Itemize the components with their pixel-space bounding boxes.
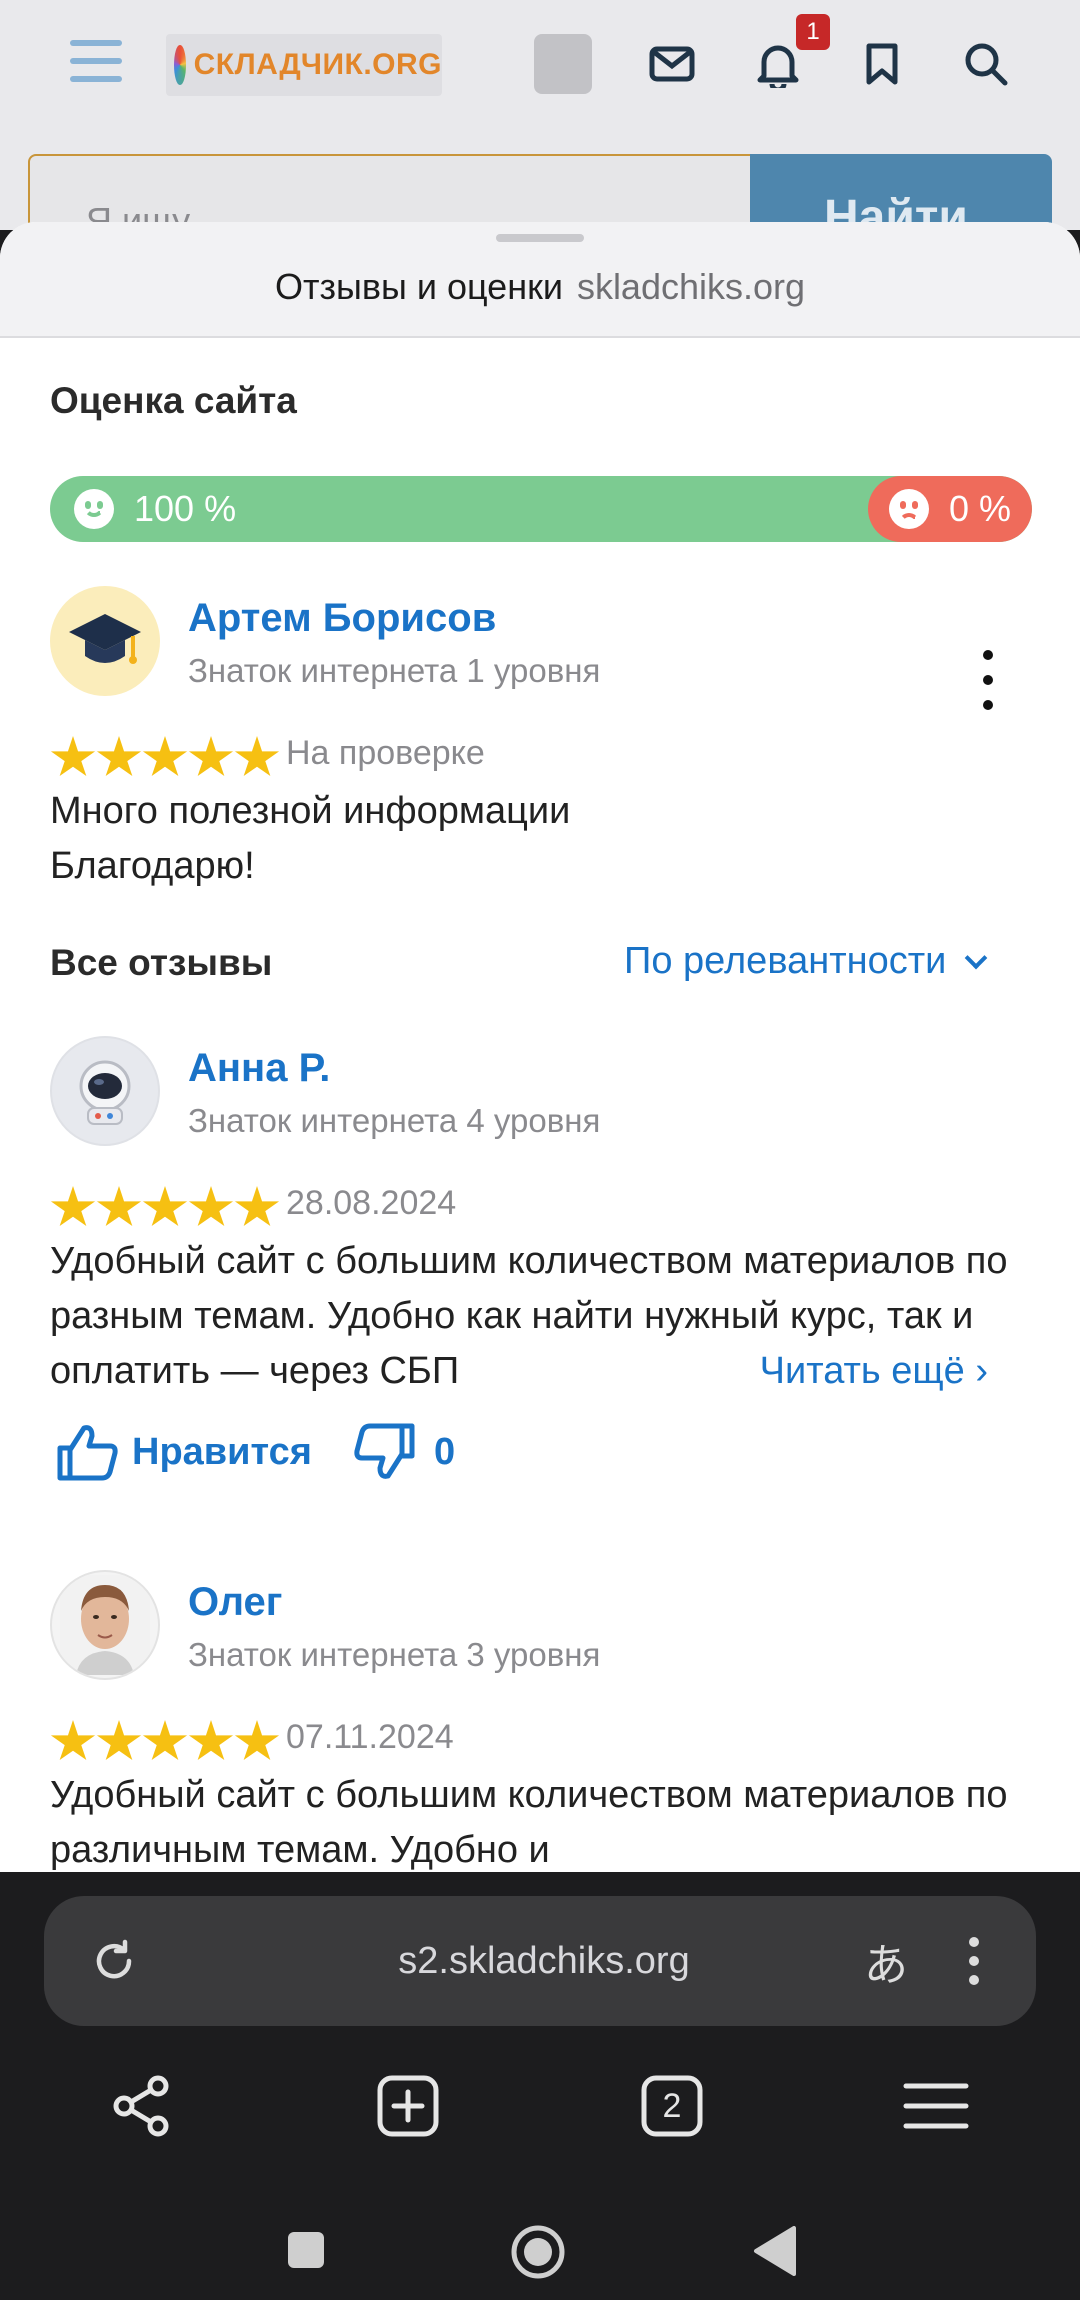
mail-icon[interactable] [638,30,706,98]
rating-negative: 0 % [868,476,1032,542]
dislike-count[interactable]: 0 [434,1431,455,1474]
rating-bar: 100 % 0 % [50,476,1032,542]
reviewer-level: Знаток интернета 1 уровня [188,652,601,689]
translate-icon[interactable]: あ [856,1931,916,1991]
positive-percent: 100 % [134,488,237,529]
tabs-count: 2 [662,2086,682,2125]
rating-stars [50,736,280,780]
page-menu-icon[interactable] [944,1931,1004,1991]
sheet-header: Отзывы и оценки skladchiks.org [0,222,1080,338]
star-icon [142,1186,188,1227]
star-icon [50,1186,96,1227]
sheet-title: Отзывы и оценки skladchiks.org [0,266,1080,308]
sort-label: По релевантности [624,940,947,982]
review-more-icon[interactable] [968,650,1008,710]
review-text: Удобный сайт с большим количеством матер… [50,1234,1040,1399]
home-icon[interactable] [510,2224,566,2285]
bookmark-icon[interactable] [848,30,916,98]
review-text: Удобный сайт с большим количеством матер… [50,1774,1008,1871]
star-icon [50,1720,96,1761]
site-search-button[interactable]: Найти [750,154,1052,230]
reviewer-name[interactable]: Артем Борисов [188,596,496,641]
star-icon [96,736,142,777]
sort-dropdown[interactable]: По релевантности [624,940,988,983]
chevron-down-icon [965,946,988,969]
reviewer-name[interactable]: Анна Р. [188,1046,330,1091]
review-text: Много полезной информации Благодарю! [50,784,1040,894]
search-icon[interactable] [952,30,1020,98]
sad-face-icon [888,489,929,529]
thumbs-down-icon[interactable] [354,1422,416,1482]
star-icon [188,1186,234,1227]
logo-text: СКЛАДЧИК.ORG [193,48,442,81]
reviewer-level: Знаток интернета 4 уровня [188,1102,601,1139]
notification-badge: 1 [796,14,830,50]
site-rating-title: Оценка сайта [50,380,297,421]
like-button[interactable]: Нравится [132,1431,312,1474]
address-bar[interactable]: s2.skladchiks.org あ [44,1896,1036,2026]
star-icon [96,1186,142,1227]
all-reviews-title: Все отзывы [50,942,273,983]
smile-icon [74,489,114,529]
review-text-line: Много полезной информации [50,790,571,832]
logo-ball-icon [174,45,186,85]
review-date: 28.08.2024 [286,1184,457,1222]
graduation-cap-icon [69,614,141,664]
recents-icon[interactable] [286,2230,326,2275]
user-photo [60,1575,150,1675]
avatar [50,1570,160,1680]
tabs-button[interactable]: 2 [634,2068,710,2144]
star-icon [50,736,96,777]
star-icon [142,1720,188,1761]
reviews-sheet: Отзывы и оценки skladchiks.org Оценка сай… [0,222,1080,1872]
star-icon [188,736,234,777]
reviewer-name[interactable]: Олег [188,1580,282,1625]
sheet-domain: skladchiks.org [576,266,806,307]
reviewer-level: Знаток интернета 3 уровня [188,1636,601,1673]
sheet-drag-handle[interactable] [496,234,584,242]
read-more-link[interactable]: Читать ещё › [699,1344,988,1399]
site-search-input[interactable]: Я ищу [28,154,754,230]
user-avatar[interactable] [534,34,592,94]
negative-percent: 0 % [948,488,1012,529]
review-reactions: Нравится 0 [56,1422,455,1482]
site-logo[interactable]: СКЛАДЧИК.ORG [166,34,442,96]
review-date: 07.11.2024 [286,1718,454,1756]
browser-menu-icon[interactable] [898,2068,974,2144]
rating-stars [50,1720,280,1764]
star-icon [142,736,188,777]
avatar [50,1036,160,1146]
star-icon [96,1720,142,1761]
share-icon[interactable] [104,2068,180,2144]
browser-toolbar: s2.skladchiks.org あ 2 [0,1872,1080,2300]
star-icon [234,1720,280,1761]
back-icon[interactable] [752,2226,796,2281]
rating-stars [50,1186,280,1230]
review-status: На проверке [286,734,485,772]
astronaut-icon [79,1060,131,1125]
sheet-title-text: Отзывы и оценки [274,266,563,307]
star-icon [188,1720,234,1761]
site-menu-icon[interactable] [70,40,122,84]
rating-positive: 100 % [74,476,236,542]
avatar [50,586,160,696]
thumbs-up-icon[interactable] [56,1422,118,1482]
review-text-line: Благодарю! [50,845,255,887]
site-topbar: СКЛАДЧИК.ORG 1 [0,0,1080,128]
new-tab-icon[interactable] [370,2068,446,2144]
star-icon [234,1186,280,1227]
star-icon [234,736,280,777]
site-header: СКЛАДЧИК.ORG 1 Я ищу Найти [0,0,1080,230]
